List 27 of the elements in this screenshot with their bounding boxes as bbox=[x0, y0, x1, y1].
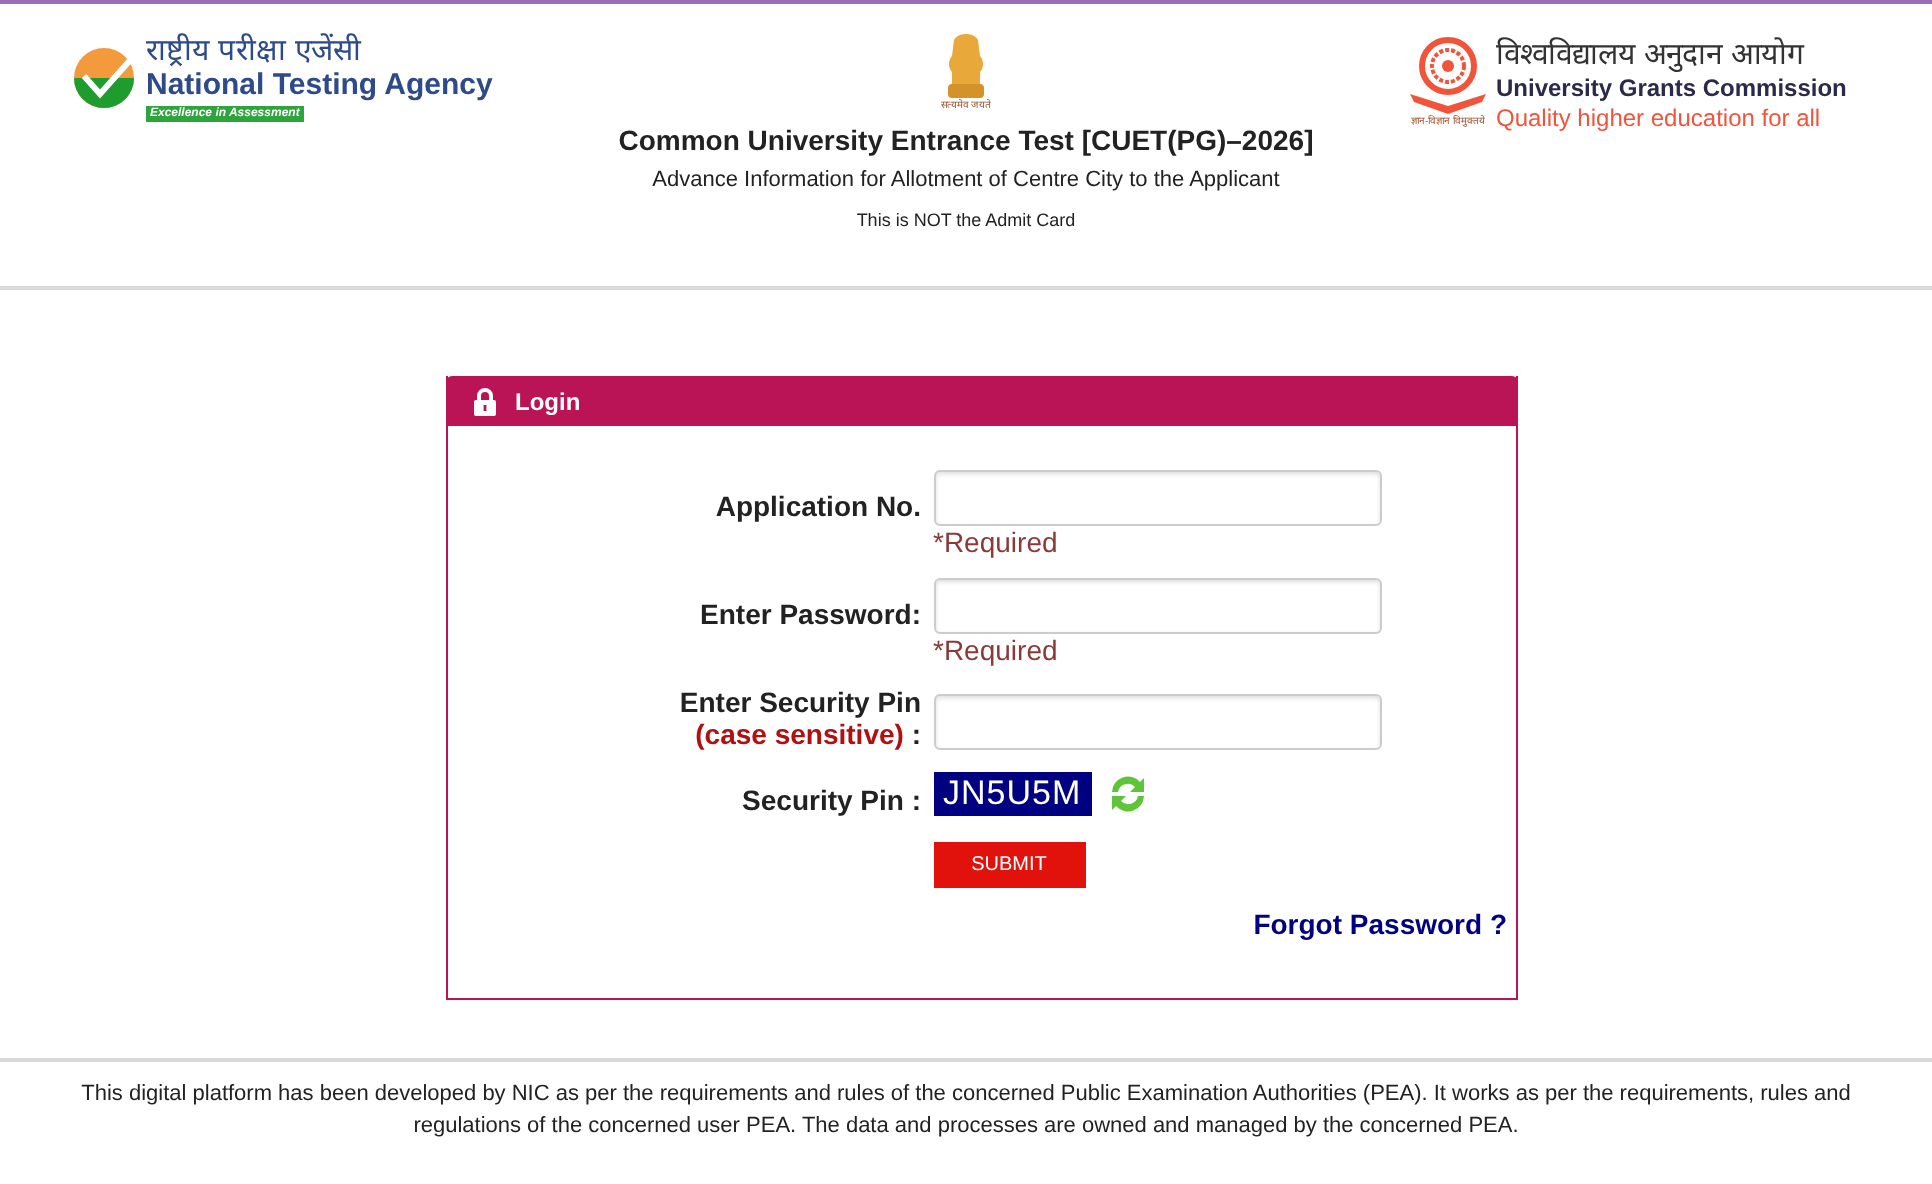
required-hint: *Required bbox=[933, 634, 1060, 666]
ugc-name: University Grants Commission bbox=[1496, 74, 1847, 104]
captcha-code: JN5U5M bbox=[933, 772, 1092, 816]
field-label: Application No. bbox=[715, 490, 921, 522]
wheel-book-logo-icon bbox=[1408, 36, 1488, 116]
input-field[interactable] bbox=[933, 470, 1381, 526]
tick-circle-logo-icon bbox=[72, 46, 136, 110]
page-subtitle: Advance Information for Allotment of Centre City to the Applicant bbox=[652, 168, 1280, 192]
field-label: Security Pin : bbox=[742, 784, 921, 816]
required-hint: *Required bbox=[933, 526, 1060, 558]
footer-disclaimer: This digital platform has been developed by NIC as per the requirements and rules of the concerned Public Examination Authorities (PEA). It works as per the requirements, rules and regulations of the concerned user PEA. The data and processes are owned and managed by the concerned PEA. bbox=[79, 1080, 1853, 1142]
page-title: Common University Entrance Test [CUET(PG)–2026] bbox=[618, 124, 1314, 156]
lock-icon bbox=[473, 387, 495, 415]
field-label: Enter Security Pin bbox=[679, 686, 921, 718]
submit-button[interactable]: SUBMIT bbox=[933, 842, 1085, 888]
case-sensitive-note: (case sensitive) bbox=[695, 718, 904, 750]
ugc-tagline: Quality higher education for all bbox=[1496, 104, 1823, 134]
ugc-hindi-name: विश्वविद्यालय अनुदान आयोग bbox=[1496, 36, 1807, 74]
input-field[interactable] bbox=[933, 578, 1381, 634]
label-colon: : bbox=[911, 718, 921, 750]
login-title: Login bbox=[515, 387, 581, 415]
field-label: Enter Password: bbox=[700, 598, 921, 630]
input-field[interactable] bbox=[933, 694, 1381, 750]
forgot-password-link[interactable]: Forgot Password ? bbox=[1253, 908, 1507, 940]
admit-card-note: This is NOT the Admit Card bbox=[856, 210, 1076, 230]
agency-hindi-name: राष्ट्रीय परीक्षा एजेंसी bbox=[146, 34, 364, 70]
agency-name: National Testing Agency bbox=[146, 70, 493, 102]
